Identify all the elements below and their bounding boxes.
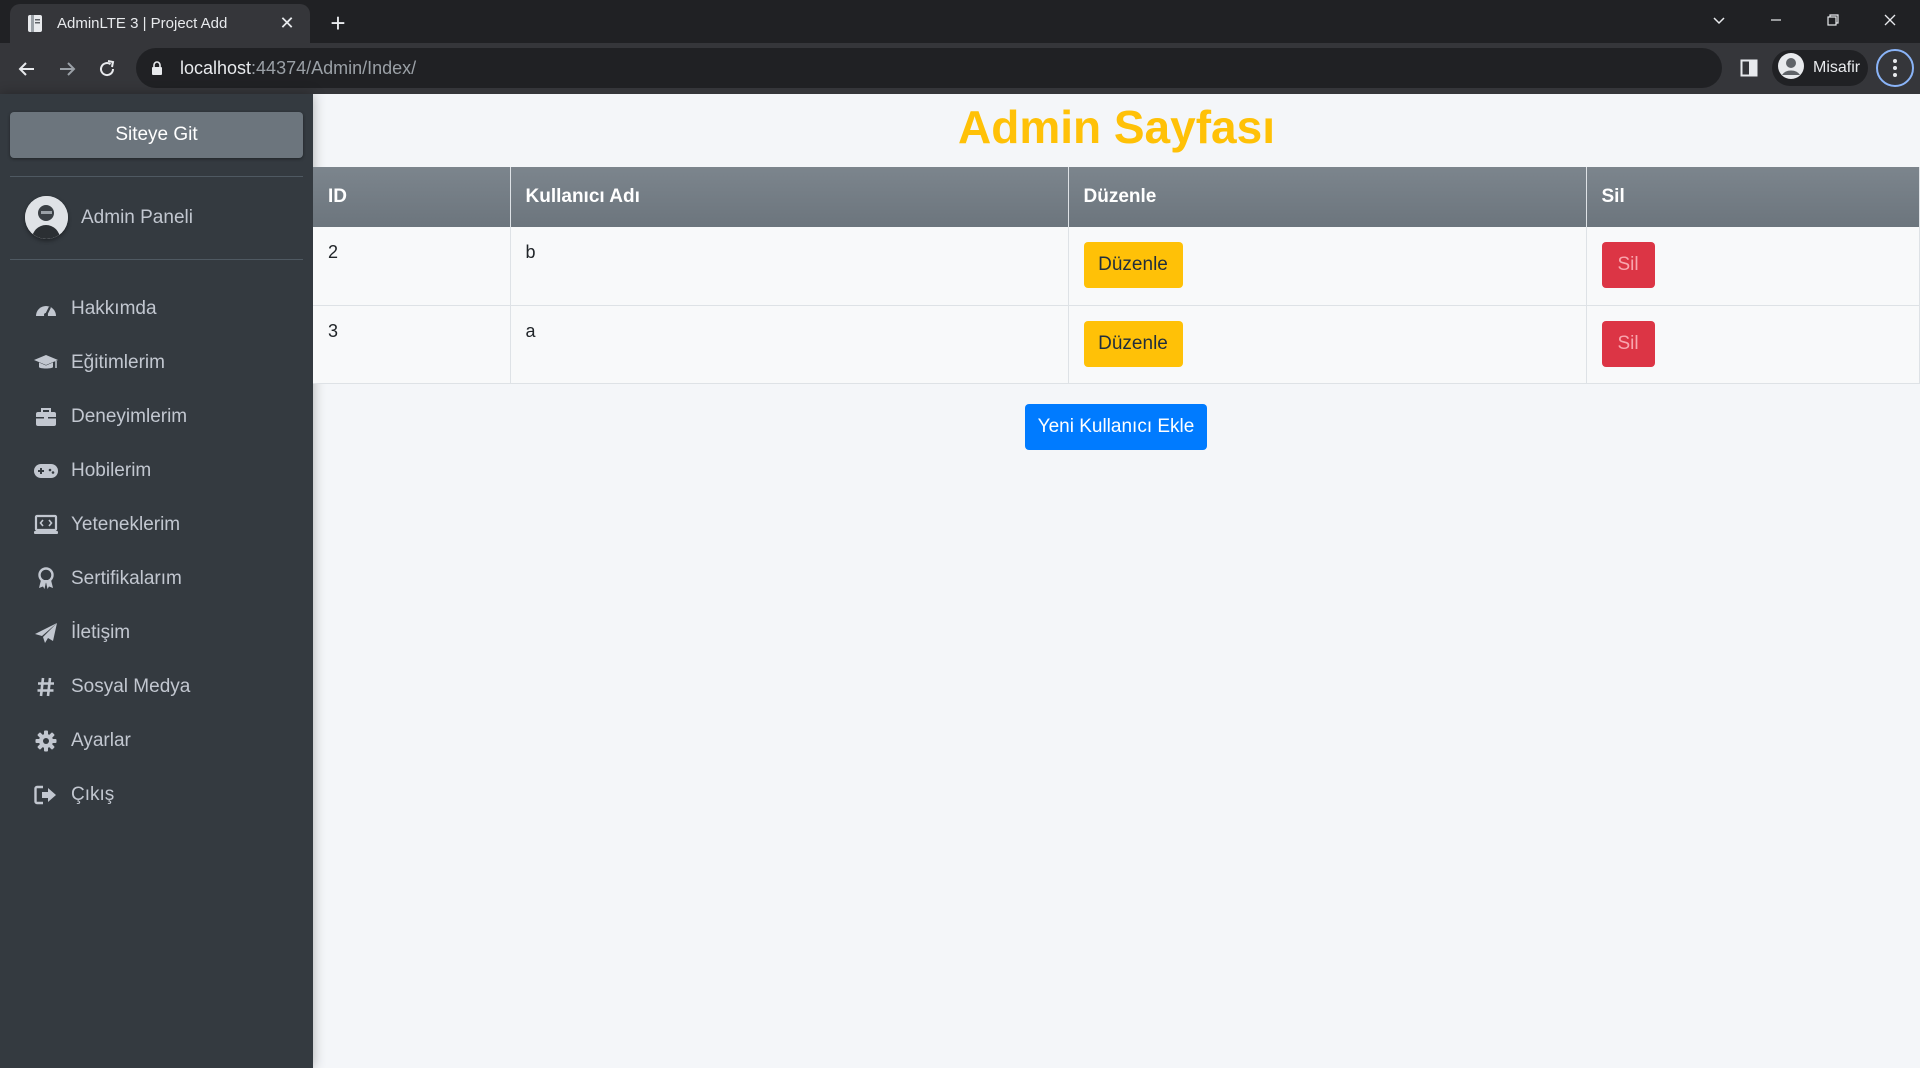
sidebar-item-sosyal-medya[interactable]: Sosyal Medya xyxy=(0,660,313,714)
edit-button[interactable]: Düzenle xyxy=(1083,242,1183,288)
cell-username: b xyxy=(510,227,1069,306)
page-title: Admin Sayfası xyxy=(958,101,1275,153)
sidebar-item-label: Ayarlar xyxy=(71,730,131,751)
hashtag-icon xyxy=(33,674,59,700)
sidebar-item-label: Çıkış xyxy=(71,784,115,805)
tab-search-icon[interactable] xyxy=(1703,6,1735,34)
column-header-edit: Düzenle xyxy=(1068,167,1587,227)
sidebar-item-label: Sosyal Medya xyxy=(71,676,191,697)
sidebar-item-deneyimlerim[interactable]: Deneyimlerim xyxy=(0,390,313,444)
back-arrow-icon[interactable] xyxy=(10,52,44,86)
sidebar-item-label: Yeteneklerim xyxy=(71,514,181,535)
cell-id: 2 xyxy=(313,227,511,306)
browser-toolbar: localhost:44374/Admin/Index/ Misafir xyxy=(0,43,1920,94)
reload-icon[interactable] xyxy=(90,52,124,86)
tachometer-icon xyxy=(33,296,59,322)
more-options-icon[interactable] xyxy=(1876,49,1914,87)
main-content: Admin Sayfası ID Kullanıcı Adı Düzenle S… xyxy=(313,94,1920,1068)
cell-edit: Düzenle xyxy=(1068,227,1587,306)
new-tab-button[interactable]: + xyxy=(324,9,352,37)
table-row: 3 a Düzenle Sil xyxy=(313,305,1920,384)
graduation-cap-icon xyxy=(33,350,59,376)
sidebar: Siteye Git Admin Paneli Hakkımda Eğitiml… xyxy=(0,94,313,1068)
url-path: :44374/Admin/Index/ xyxy=(251,57,417,78)
sidebar-item-label: İletişim xyxy=(71,622,131,643)
guest-avatar-icon xyxy=(1777,52,1805,85)
side-panel-icon[interactable] xyxy=(1734,53,1764,83)
delete-button[interactable]: Sil xyxy=(1601,242,1655,288)
add-user-button[interactable]: Yeni Kullanıcı Ekle xyxy=(1025,404,1207,450)
sidebar-item-egitimlerim[interactable]: Eğitimlerim xyxy=(0,336,313,390)
column-header-username: Kullanıcı Adı xyxy=(510,167,1069,227)
browser-tab[interactable]: AdminLTE 3 | Project Add ✕ xyxy=(10,4,310,43)
profile-button[interactable]: Misafir xyxy=(1772,50,1868,86)
close-tab-icon[interactable]: ✕ xyxy=(276,13,298,35)
sidebar-item-hobilerim[interactable]: Hobilerim xyxy=(0,444,313,498)
sidebar-item-cikis[interactable]: Çıkış xyxy=(0,768,313,822)
cell-delete: Sil xyxy=(1586,227,1920,306)
gamepad-icon xyxy=(33,458,59,484)
close-window-icon[interactable] xyxy=(1874,6,1906,34)
column-header-delete: Sil xyxy=(1586,167,1920,227)
column-header-id: ID xyxy=(313,167,511,227)
divider xyxy=(10,259,303,260)
tab-title: AdminLTE 3 | Project Add xyxy=(57,15,228,32)
sidebar-nav: Hakkımda Eğitimlerim Deneyimlerim Hobile… xyxy=(0,282,313,822)
sidebar-item-label: Eğitimlerim xyxy=(71,352,165,373)
lock-icon xyxy=(150,60,164,76)
award-icon xyxy=(33,566,59,592)
minimize-icon[interactable] xyxy=(1760,6,1792,34)
sidebar-item-hakkimda[interactable]: Hakkımda xyxy=(0,282,313,336)
address-bar[interactable]: localhost:44374/Admin/Index/ xyxy=(136,48,1722,88)
users-table: ID Kullanıcı Adı Düzenle Sil 2 b Düzenle… xyxy=(313,167,1920,384)
briefcase-icon xyxy=(33,404,59,430)
cog-icon xyxy=(33,728,59,754)
browser-tab-strip: AdminLTE 3 | Project Add ✕ + xyxy=(0,0,1920,43)
site-button[interactable]: Siteye Git xyxy=(10,112,303,158)
cell-edit: Düzenle xyxy=(1068,305,1587,384)
delete-button[interactable]: Sil xyxy=(1601,320,1655,367)
sidebar-item-sertifikalarim[interactable]: Sertifikalarım xyxy=(0,552,313,606)
divider xyxy=(10,176,303,177)
table-row: 2 b Düzenle Sil xyxy=(313,227,1920,306)
paper-plane-icon xyxy=(33,620,59,646)
cell-id: 3 xyxy=(313,305,511,384)
avatar xyxy=(25,196,68,239)
sidebar-item-yeteneklerim[interactable]: Yeteneklerim xyxy=(0,498,313,552)
url-host: localhost xyxy=(180,57,252,78)
sidebar-item-label: Deneyimlerim xyxy=(71,406,188,427)
sidebar-item-label: Hakkımda xyxy=(71,298,157,319)
table-header-row: ID Kullanıcı Adı Düzenle Sil xyxy=(313,167,1920,227)
sidebar-item-ayarlar[interactable]: Ayarlar xyxy=(0,714,313,768)
cell-username: a xyxy=(510,305,1069,384)
document-icon xyxy=(26,14,45,33)
forward-arrow-icon[interactable] xyxy=(50,52,84,86)
profile-label: Misafir xyxy=(1813,59,1861,76)
laptop-code-icon xyxy=(33,512,59,538)
sign-out-icon xyxy=(33,782,59,808)
restore-icon[interactable] xyxy=(1817,6,1849,34)
sidebar-item-label: Sertifikalarım xyxy=(71,568,182,589)
sidebar-item-iletisim[interactable]: İletişim xyxy=(0,606,313,660)
sidebar-item-label: Hobilerim xyxy=(71,460,152,481)
user-panel[interactable]: Admin Paneli xyxy=(25,196,193,239)
user-name: Admin Paneli xyxy=(81,206,193,228)
edit-button[interactable]: Düzenle xyxy=(1083,320,1183,367)
cell-delete: Sil xyxy=(1586,305,1920,384)
